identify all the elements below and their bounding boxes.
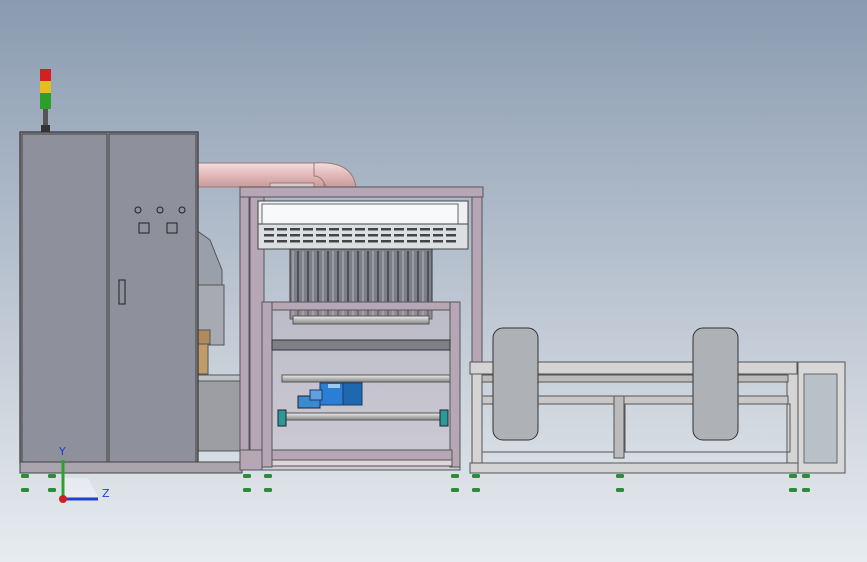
hood-vent-slot [355,240,365,243]
hood-vent-slot [342,228,352,231]
hood-vent-slot [420,240,430,243]
hood-vent-slot [394,228,404,231]
leveling-foot [616,488,624,492]
leveling-foot [789,474,797,478]
hood-vent-slot [381,240,391,243]
hood-vent-slot [264,234,274,237]
hood-vent-slot [394,240,404,243]
leveling-foot [472,474,480,478]
bottom-roller[interactable] [281,412,449,421]
conveyor-roller[interactable] [692,327,739,441]
hood-vent-slot [277,240,287,243]
hood-vent-slot [368,240,378,243]
hood-vent-slot [290,240,300,243]
lower-tank [195,374,243,452]
hood-vent-slot [303,234,313,237]
hood-vent-slot [368,228,378,231]
leveling-foot [616,474,624,478]
tower-green-lamp [40,93,51,109]
tower-base [41,125,50,132]
hood-vent-slot [316,234,326,237]
top-roller[interactable] [292,315,430,325]
spray-hood[interactable] [257,200,469,250]
leveling-foot [264,474,272,478]
exhaust-duct[interactable] [195,162,357,189]
hood-vent-slot [277,228,287,231]
cad-viewport[interactable]: Y Z [0,0,867,562]
machine-drawing[interactable]: Y Z [0,0,867,562]
hood-vent-slot [381,234,391,237]
hood-vent-slot [420,228,430,231]
cabinet-right-door[interactable] [108,133,197,463]
hood-vent-slot [446,234,456,237]
hood-vent-slot [316,240,326,243]
leveling-foot [802,474,810,478]
leveling-foot [451,474,459,478]
hood-vent-slot [303,240,313,243]
hood-vent-slot [342,234,352,237]
hood-vent-slot [329,240,339,243]
hood-vent-slot [407,234,417,237]
hood-vent-slot [290,228,300,231]
hood-vent-slot [316,228,326,231]
z-axis-label: Z [102,487,110,500]
tower-red-lamp [40,69,51,81]
hood-vent-slot [433,240,443,243]
leveling-foot [48,488,56,492]
hood-vent-slot [303,228,313,231]
hood-vent-slot [381,228,391,231]
hood-vent-slot [420,234,430,237]
leveling-foot [789,488,797,492]
hood-vent-slot [277,234,287,237]
leveling-foot [472,488,480,492]
hood-vent-slot [355,228,365,231]
cabinet-left-door[interactable] [21,133,108,463]
leveling-foot [243,474,251,478]
leveling-foot [802,488,810,492]
leveling-foot [451,488,459,492]
leveling-foot [264,488,272,492]
hood-vent-slot [290,234,300,237]
hood-vent-slot [355,234,365,237]
y-axis-label: Y [58,445,66,458]
hood-vent-slot [433,228,443,231]
hood-vent-slot [368,234,378,237]
hood-vent-slot [394,234,404,237]
hood-vent-slot [446,228,456,231]
leveling-foot [48,474,56,478]
middle-roller[interactable] [281,374,451,383]
hood-vent-slot [329,234,339,237]
cabinet-plinth [19,461,243,474]
leveling-foot [243,488,251,492]
tower-pole [43,109,48,125]
hood-vent-slot [342,240,352,243]
hood-vent-slot [407,240,417,243]
hood-vent-slot [264,240,274,243]
hood-vent-slot [446,240,456,243]
tower-yellow-lamp [40,81,51,93]
hood-vent-slot [264,228,274,231]
leveling-foot [21,474,29,478]
hood-vent-slot [407,228,417,231]
hood-vent-slot [433,234,443,237]
conveyor-roller[interactable] [492,327,539,441]
hood-vent-slot [329,228,339,231]
leveling-foot [21,488,29,492]
